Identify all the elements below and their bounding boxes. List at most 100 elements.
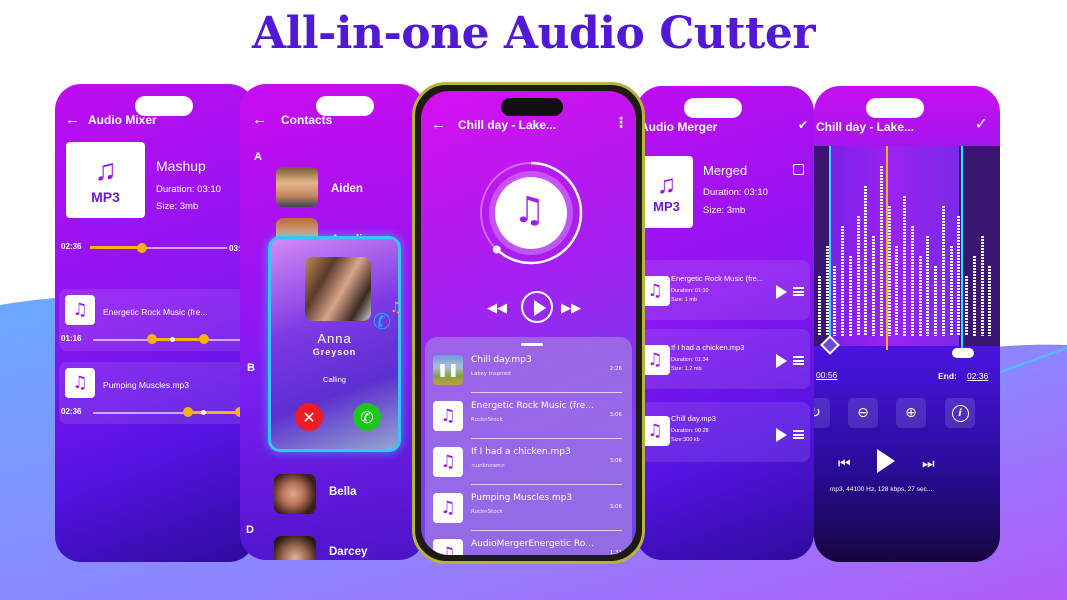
divider [471, 530, 622, 531]
merge-list-item[interactable]: ♫ Energetic Rock Music (fre... Duration:… [640, 260, 810, 320]
contact-avatar [276, 167, 318, 207]
divider [471, 484, 622, 485]
zoom-in-button[interactable]: ⊕ [896, 398, 926, 428]
music-note-icon: ♫ [94, 153, 117, 187]
merge-item-size: Size: 1.2 mb [671, 366, 702, 372]
decline-call-button[interactable]: ✕ [295, 403, 323, 431]
zoom-out-icon: ⊖ [857, 405, 869, 421]
cutter-start-time[interactable]: 00:56 [816, 370, 837, 380]
skip-previous-button[interactable]: ⏮ [838, 456, 851, 472]
dynamic-island [501, 98, 563, 116]
music-player-screen: ← Chill day - Lake... ⋮ ♫ ◀◀ ▶▶ ❚❚ Chill … [421, 91, 636, 555]
range-start-handle[interactable] [147, 334, 157, 344]
confirm-check-icon[interactable]: ✔ [798, 118, 808, 132]
divider [471, 438, 622, 439]
trim-end-handle[interactable] [952, 348, 974, 358]
phone-icon: ✆ [360, 407, 374, 427]
merge-item-duration: Duration: 00:28 [671, 428, 709, 434]
track-title: Energetic Rock Music (fre... [471, 401, 594, 411]
waveform-bars [814, 146, 1000, 346]
play-icon[interactable] [776, 428, 787, 442]
range-end-handle[interactable] [199, 334, 209, 344]
trim-start-line [829, 146, 831, 346]
call-status: Calling [323, 375, 346, 384]
play-button[interactable] [521, 291, 553, 323]
contacts-title: Contacts [281, 112, 333, 127]
merger-file-name: Merged [703, 163, 748, 178]
cutter-end-time[interactable]: 02:36 [967, 371, 988, 381]
playlist-item[interactable]: ❚❚ Chill day.mp3 Lakey inspired 2:26 [433, 349, 622, 395]
music-note-icon: ♫ [647, 420, 663, 441]
contact-avatar [274, 536, 316, 560]
playlist-item[interactable]: ♫ If I had a chicken.mp3 <unknown> 3:06 [433, 441, 622, 487]
play-icon[interactable] [776, 285, 787, 299]
mixer-mp3-tile: ♫ MP3 [66, 142, 145, 218]
track-time: 01:16 [61, 334, 82, 343]
reset-button[interactable]: ↻ [814, 398, 830, 428]
merge-list-item[interactable]: ♫ If I had a chicken.mp3 Duration: 01:34… [640, 329, 810, 389]
rewind-button[interactable]: ◀◀ [487, 301, 507, 316]
playlist-item[interactable]: ♫ Pumping Muscles.mp3 RocknStock 3:06 [433, 487, 622, 533]
merger-file-size: Size: 3mb [703, 205, 746, 216]
contact-name: Darcey [329, 546, 368, 558]
fast-forward-button[interactable]: ▶▶ [561, 301, 581, 316]
playlist-item[interactable]: ♫AudioMergerEnergetic Ro...<unknown>1:31 [433, 533, 622, 555]
waveform-bar [848, 256, 852, 336]
playlist-item[interactable]: ♫ Energetic Rock Music (fre... RocknStock 3… [433, 395, 622, 441]
track-artist: RocknStock [471, 509, 503, 515]
drag-handle-icon[interactable] [793, 287, 804, 296]
track-thumb: ♫ [65, 295, 95, 325]
waveform-bar [841, 226, 845, 336]
music-note-icon: ♫ [390, 300, 403, 316]
range-start-handle[interactable] [183, 407, 193, 417]
trim-end-line [961, 146, 963, 352]
player-app-bar: ← Chill day - Lake... [421, 117, 636, 132]
audio-cutter-screen: Chill day - Lake... ✓ 00:56 End: 02:36 ↻… [814, 86, 1000, 562]
skip-next-button[interactable]: ⏭ [922, 456, 935, 472]
drag-handle-icon[interactable] [793, 356, 804, 365]
mixer-file-name: Mashup [156, 158, 206, 174]
accept-call-button[interactable]: ✆ [353, 403, 381, 431]
track-duration: 3:06 [609, 504, 622, 510]
close-icon: ✕ [302, 407, 316, 427]
sheet-drag-handle[interactable] [521, 343, 543, 346]
track-thumb: ♫ [65, 368, 95, 398]
track-name: Pumping Muscles.mp3 [103, 380, 189, 390]
notch [684, 98, 742, 118]
waveform-bar [879, 166, 883, 336]
play-button[interactable] [877, 449, 895, 473]
back-arrow-icon[interactable]: ← [65, 112, 80, 127]
merger-app-bar: Audio Merger [636, 120, 814, 134]
contact-name: Bella [329, 486, 357, 498]
mp3-badge: MP3 [91, 188, 120, 205]
play-icon[interactable] [776, 354, 787, 368]
waveform[interactable] [814, 146, 1000, 352]
zoom-out-button[interactable]: ⊖ [848, 398, 878, 428]
track-name: Energetic Rock Music (fre... [103, 307, 208, 317]
pause-icon[interactable]: ❚❚ [437, 363, 459, 378]
progress-knob [492, 245, 501, 254]
back-arrow-icon[interactable]: ← [431, 117, 446, 132]
back-arrow-icon[interactable]: ← [252, 112, 267, 127]
track-time: 02:36 [61, 407, 82, 416]
music-note-icon: ♫ [72, 372, 88, 393]
info-button[interactable]: i [945, 398, 975, 428]
more-options-icon[interactable]: ⋮ [614, 115, 628, 131]
drag-handle-icon[interactable] [793, 430, 804, 439]
caller-last-name: Greyson [312, 347, 357, 357]
caller-photo [305, 257, 371, 321]
track-thumb: ♫ [433, 401, 463, 431]
cutter-title: Chill day - Lake... [816, 120, 915, 134]
merger-title: Audio Merger [640, 120, 718, 134]
music-note-icon: ♫ [440, 543, 456, 555]
edit-icon[interactable] [793, 164, 804, 175]
waveform-bar [864, 186, 868, 336]
divider [471, 392, 622, 393]
confirm-check-icon[interactable]: ✓ [975, 114, 988, 133]
file-info: mp3, 44100 Hz, 128 kbps, 27 sec... [830, 486, 933, 493]
merge-item-size: Size:300 kb [671, 437, 700, 443]
music-note-icon: ♫ [440, 405, 456, 426]
merge-list-item[interactable]: ♫ Chill day.mp3 Duration: 00:28 Size:300… [640, 402, 810, 462]
audio-mixer-screen: ← Audio Mixer ♫ MP3 Mashup Duration: 03:… [55, 84, 255, 562]
mixer-main-knob[interactable] [137, 243, 147, 253]
